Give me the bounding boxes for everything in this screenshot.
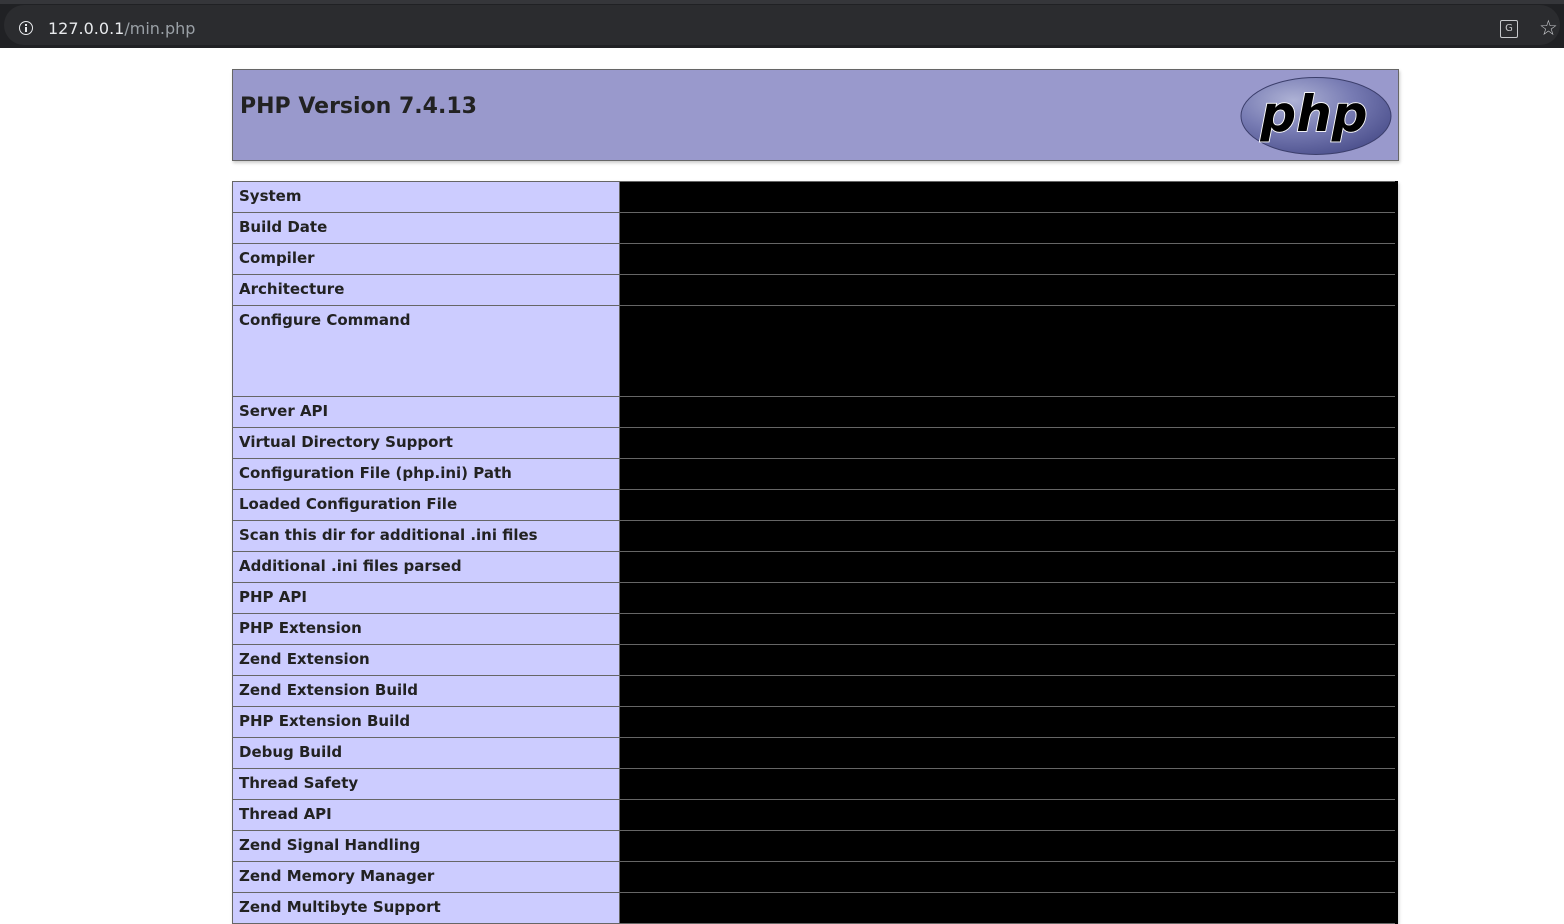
table-row: Configuration File (php.ini) Path xyxy=(232,458,1398,490)
table-row: Zend Signal Handling xyxy=(232,830,1398,862)
star-icon[interactable]: ☆ xyxy=(1539,16,1558,40)
row-value-redacted xyxy=(619,305,1398,397)
row-label: Scan this dir for additional .ini files xyxy=(232,520,620,552)
row-value-redacted xyxy=(619,582,1398,614)
row-value-redacted xyxy=(619,644,1398,676)
row-label: PHP Extension xyxy=(232,613,620,645)
table-row: Server API xyxy=(232,396,1398,428)
url-host: 127.0.0.1 xyxy=(48,19,125,38)
row-label: Thread API xyxy=(232,799,620,831)
row-value-redacted xyxy=(619,489,1398,521)
row-value-redacted xyxy=(619,274,1398,306)
info-icon[interactable] xyxy=(19,21,33,35)
row-label: Debug Build xyxy=(232,737,620,769)
tab-strip xyxy=(0,0,1564,4)
row-label: PHP Extension Build xyxy=(232,706,620,738)
table-row: PHP Extension Build xyxy=(232,706,1398,738)
php-header: PHP Version 7.4.13 php xyxy=(232,69,1399,161)
table-row: Virtual Directory Support xyxy=(232,427,1398,459)
row-value-redacted xyxy=(619,551,1398,583)
url-path: /min.php xyxy=(124,19,196,38)
row-label: Architecture xyxy=(232,274,620,306)
row-label: Configuration File (php.ini) Path xyxy=(232,458,620,490)
row-label: PHP API xyxy=(232,582,620,614)
url-text[interactable]: 127.0.0.1/min.php xyxy=(48,18,195,40)
table-row: Thread API xyxy=(232,799,1398,831)
row-value-redacted xyxy=(619,861,1398,893)
row-label: Additional .ini files parsed xyxy=(232,551,620,583)
table-row: Compiler xyxy=(232,243,1398,275)
row-value-redacted xyxy=(619,768,1398,800)
table-row: Architecture xyxy=(232,274,1398,306)
php-logo[interactable]: php xyxy=(1240,76,1392,156)
table-row: Zend Multibyte Support xyxy=(232,892,1398,924)
table-row: Thread Safety xyxy=(232,768,1398,800)
table-row: Build Date xyxy=(232,212,1398,244)
row-label: Zend Signal Handling xyxy=(232,830,620,862)
row-label: Configure Command xyxy=(232,305,620,397)
row-value-redacted xyxy=(619,706,1398,738)
row-label: Zend Extension xyxy=(232,644,620,676)
browser-toolbar: 127.0.0.1/min.php G ☆ xyxy=(0,0,1564,48)
row-value-redacted xyxy=(619,520,1398,552)
row-label: Compiler xyxy=(232,243,620,275)
row-label: Zend Memory Manager xyxy=(232,861,620,893)
row-label: Loaded Configuration File xyxy=(232,489,620,521)
row-label: Virtual Directory Support xyxy=(232,427,620,459)
page-title: PHP Version 7.4.13 xyxy=(240,94,477,119)
row-value-redacted xyxy=(619,675,1398,707)
row-value-redacted xyxy=(619,830,1398,862)
table-row: Zend Extension xyxy=(232,644,1398,676)
table-row: Scan this dir for additional .ini files xyxy=(232,520,1398,552)
row-value-redacted xyxy=(619,181,1398,213)
row-value-redacted xyxy=(619,212,1398,244)
table-row: System xyxy=(232,181,1398,213)
row-label: Zend Multibyte Support xyxy=(232,892,620,924)
address-bar[interactable]: 127.0.0.1/min.php G ☆ xyxy=(4,5,1560,45)
table-row: Debug Build xyxy=(232,737,1398,769)
row-value-redacted xyxy=(619,396,1398,428)
table-row: Zend Extension Build xyxy=(232,675,1398,707)
info-table: System Build Date Compiler Architecture Conf… xyxy=(232,181,1398,924)
row-label: Thread Safety xyxy=(232,768,620,800)
row-value-redacted xyxy=(619,892,1398,924)
table-row: Additional .ini files parsed xyxy=(232,551,1398,583)
row-value-redacted xyxy=(619,243,1398,275)
row-label: Build Date xyxy=(232,212,620,244)
table-row: Zend Memory Manager xyxy=(232,861,1398,893)
row-value-redacted xyxy=(619,458,1398,490)
row-value-redacted xyxy=(619,737,1398,769)
page-content: PHP Version 7.4.13 php System Build Date C… xyxy=(0,48,1564,924)
table-row: Configure Command xyxy=(232,305,1398,397)
php-logo-text: php xyxy=(1259,85,1367,143)
row-label: System xyxy=(232,181,620,213)
row-value-redacted xyxy=(619,613,1398,645)
translate-icon[interactable]: G xyxy=(1500,20,1518,38)
row-value-redacted xyxy=(619,427,1398,459)
table-row: PHP Extension xyxy=(232,613,1398,645)
table-row: Loaded Configuration File xyxy=(232,489,1398,521)
row-label: Zend Extension Build xyxy=(232,675,620,707)
row-value-redacted xyxy=(619,799,1398,831)
row-label: Server API xyxy=(232,396,620,428)
table-row: PHP API xyxy=(232,582,1398,614)
